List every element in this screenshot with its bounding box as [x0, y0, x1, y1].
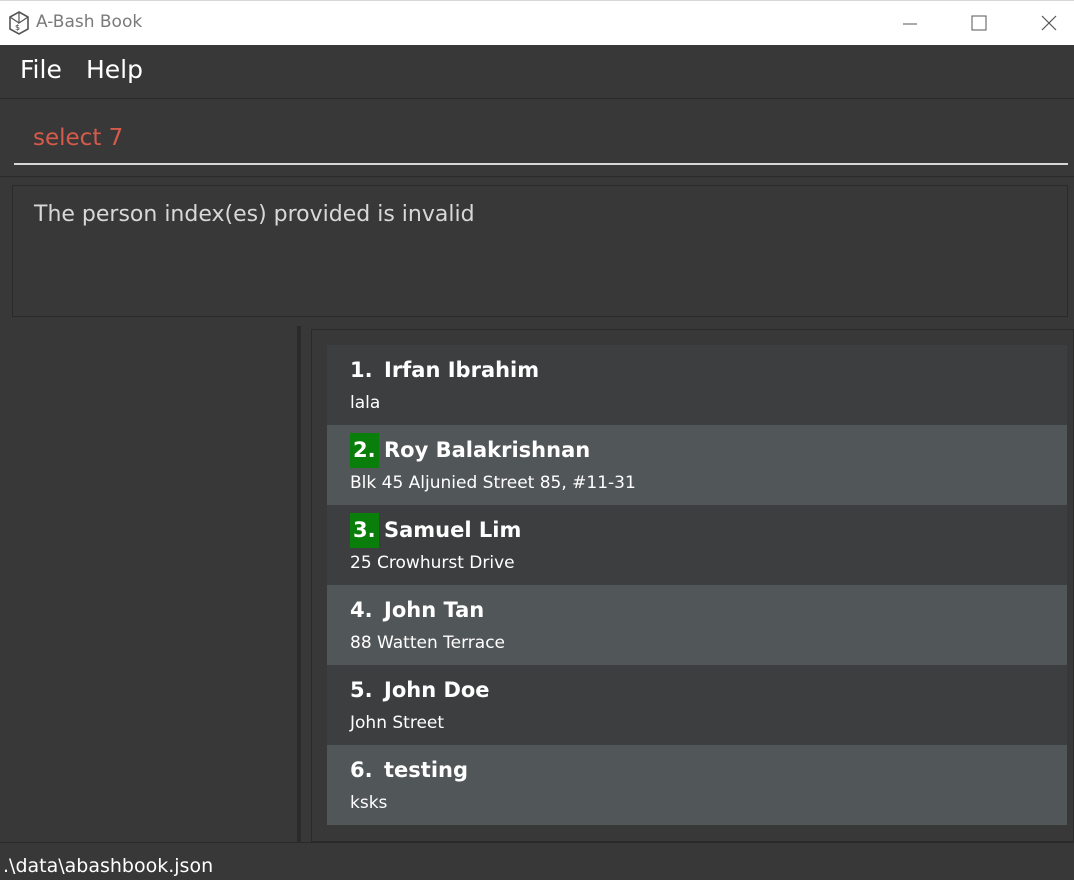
person-name: testing [384, 758, 468, 782]
person-address: 25 Crowhurst Drive [350, 553, 515, 573]
person-card[interactable]: 4. John Tan 88 Watten Terrace [327, 585, 1067, 665]
person-card[interactable]: 1. Irfan Ibrahim lala [327, 345, 1067, 425]
maximize-button[interactable] [956, 9, 1002, 39]
person-card[interactable]: 5. John Doe John Street [327, 665, 1067, 745]
menu-file[interactable]: File [20, 55, 62, 84]
browser-panel [0, 326, 297, 842]
person-name: Roy Balakrishnan [384, 438, 591, 462]
menu-help[interactable]: Help [86, 55, 143, 84]
close-icon [1041, 15, 1057, 31]
person-card[interactable]: 2. Roy Balakrishnan Blk 45 Aljunied Street… [327, 425, 1067, 505]
person-card[interactable]: 3. Samuel Lim 25 Crowhurst Drive [327, 505, 1067, 585]
person-name: Irfan Ibrahim [384, 358, 540, 382]
person-address: John Street [350, 713, 445, 733]
result-display-area: The person index(es) provided is invalid [0, 178, 1074, 326]
person-name: John Tan [384, 598, 485, 622]
result-display[interactable]: The person index(es) provided is invalid [12, 185, 1068, 317]
person-name: John Doe [384, 678, 490, 702]
window-title: A-Bash Book [36, 12, 143, 32]
person-list-panel: 1. Irfan Ibrahim lala 2. Roy Balakrishnan Blk… [301, 326, 1074, 842]
person-address: 88 Watten Terrace [350, 633, 506, 653]
svg-text:$: $ [15, 23, 20, 32]
command-input[interactable] [14, 113, 1068, 165]
app-logo-icon: $ [9, 11, 29, 35]
person-list-frame: 1. Irfan Ibrahim lala 2. Roy Balakrishnan Blk… [311, 329, 1074, 842]
person-address: Blk 45 Aljunied Street 85, #11-31 [350, 473, 636, 493]
close-button[interactable] [1026, 9, 1072, 39]
person-index: 2. [350, 433, 379, 468]
person-index: 4. [350, 598, 373, 622]
maximize-icon [971, 15, 987, 31]
result-message: The person index(es) provided is invalid [34, 202, 475, 227]
person-address: lala [350, 393, 381, 413]
menu-bar: File Help [0, 45, 1074, 99]
status-bar: .\data\abashbook.json [0, 842, 1074, 880]
command-box [0, 100, 1074, 177]
person-index: 1. [350, 358, 373, 382]
minimize-icon [903, 23, 917, 25]
person-card[interactable]: 6. testing ksks [327, 745, 1067, 825]
person-index: 5. [350, 678, 373, 702]
minimize-button[interactable] [886, 9, 932, 39]
save-location: .\data\abashbook.json [3, 855, 214, 877]
person-name: Samuel Lim [384, 518, 522, 542]
person-address: ksks [350, 793, 388, 813]
person-index: 6. [350, 758, 373, 782]
person-index: 3. [350, 513, 379, 548]
title-bar: $ A-Bash Book [0, 0, 1074, 45]
person-list: 1. Irfan Ibrahim lala 2. Roy Balakrishnan Blk… [327, 345, 1067, 825]
